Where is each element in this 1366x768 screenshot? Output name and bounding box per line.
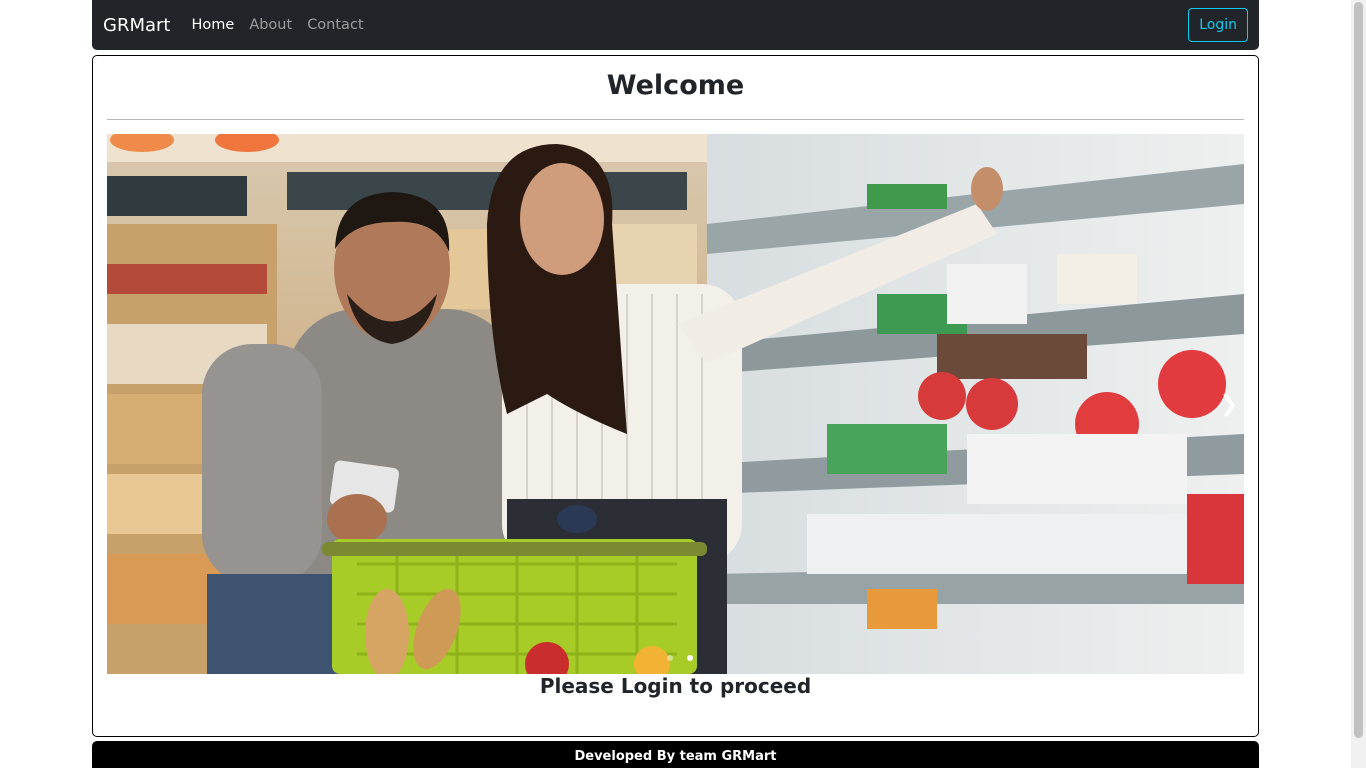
- nav-link-about[interactable]: About: [249, 17, 292, 33]
- carousel-next-icon[interactable]: ❯: [1214, 134, 1244, 674]
- page-footer: Developed By team GRMart: [92, 741, 1259, 768]
- shopping-couple-image: [107, 134, 1244, 674]
- nav-link-contact[interactable]: Contact: [307, 17, 363, 33]
- brand-link[interactable]: GRMart: [103, 15, 170, 36]
- scrollbar-thumb[interactable]: [1354, 2, 1363, 738]
- page-title: Welcome: [606, 70, 745, 101]
- carousel-indicator-1[interactable]: [666, 655, 673, 661]
- title-divider: [107, 119, 1244, 120]
- welcome-card: Welcome ❯ Please Login to proceed: [92, 55, 1259, 737]
- carousel-indicator-2[interactable]: [686, 655, 693, 661]
- login-button[interactable]: Login: [1188, 8, 1248, 42]
- top-navbar: GRMart Home About Contact Login: [92, 0, 1259, 50]
- page-scrollbar[interactable]: [1351, 0, 1366, 768]
- nav-link-home[interactable]: Home: [191, 17, 234, 33]
- login-prompt: Please Login to proceed: [539, 674, 812, 698]
- footer-text: Developed By team GRMart: [574, 748, 777, 764]
- carousel-indicators: [107, 655, 1244, 661]
- image-carousel[interactable]: ❯: [107, 134, 1244, 674]
